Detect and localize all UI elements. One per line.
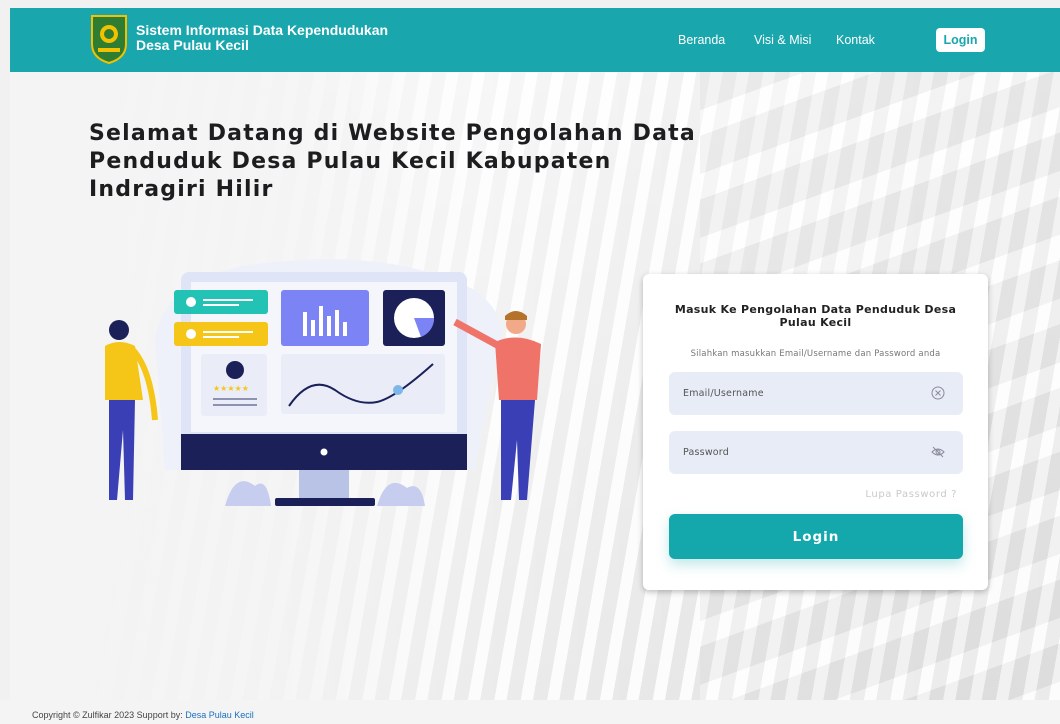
svg-text:★★★★★: ★★★★★ — [213, 384, 249, 393]
forgot-password-link[interactable]: Lupa Password ? — [865, 489, 957, 500]
nav-visi-misi[interactable]: Visi & Misi — [754, 33, 811, 47]
footer-copyright: Copyright © Zulfikar 2023 Support by: — [32, 710, 186, 720]
eye-off-icon[interactable] — [931, 445, 945, 459]
brand-line-1: Sistem Informasi Data Kependudukan — [136, 22, 389, 38]
login-submit-button[interactable]: Login — [669, 514, 963, 559]
nav-beranda[interactable]: Beranda — [678, 33, 725, 47]
login-card: Masuk Ke Pengolahan Data Penduduk Desa P… — [643, 274, 988, 590]
header-login-button[interactable]: Login — [936, 28, 985, 52]
hero-illustration: ★★★★★ — [105, 259, 541, 506]
top-navbar: Sistem Informasi Data Kependudukan Desa … — [10, 8, 1060, 72]
footer: Copyright © Zulfikar 2023 Support by: De… — [0, 700, 1060, 724]
footer-link[interactable]: Desa Pulau Kecil — [185, 710, 254, 720]
email-field[interactable]: Email/Username — [669, 372, 963, 415]
nav-kontak[interactable]: Kontak — [836, 33, 875, 47]
regency-crest-icon[interactable] — [90, 14, 128, 64]
brand-line-2: Desa Pulau Kecil — [136, 37, 249, 53]
hero-title: Selamat Datang di Website Pengolahan Dat… — [89, 121, 696, 202]
login-card-subtitle: Silahkan masukkan Email/Username dan Pas… — [690, 349, 941, 359]
password-placeholder: Password — [683, 447, 729, 458]
footer-text: Copyright © Zulfikar 2023 Support by: De… — [32, 710, 254, 720]
login-card-title: Masuk Ke Pengolahan Data Penduduk Desa P… — [674, 303, 957, 329]
clear-icon[interactable] — [931, 386, 945, 400]
email-placeholder: Email/Username — [683, 388, 764, 399]
password-field[interactable]: Password — [669, 431, 963, 474]
site-brand[interactable]: Sistem Informasi Data Kependudukan Desa … — [136, 23, 388, 53]
